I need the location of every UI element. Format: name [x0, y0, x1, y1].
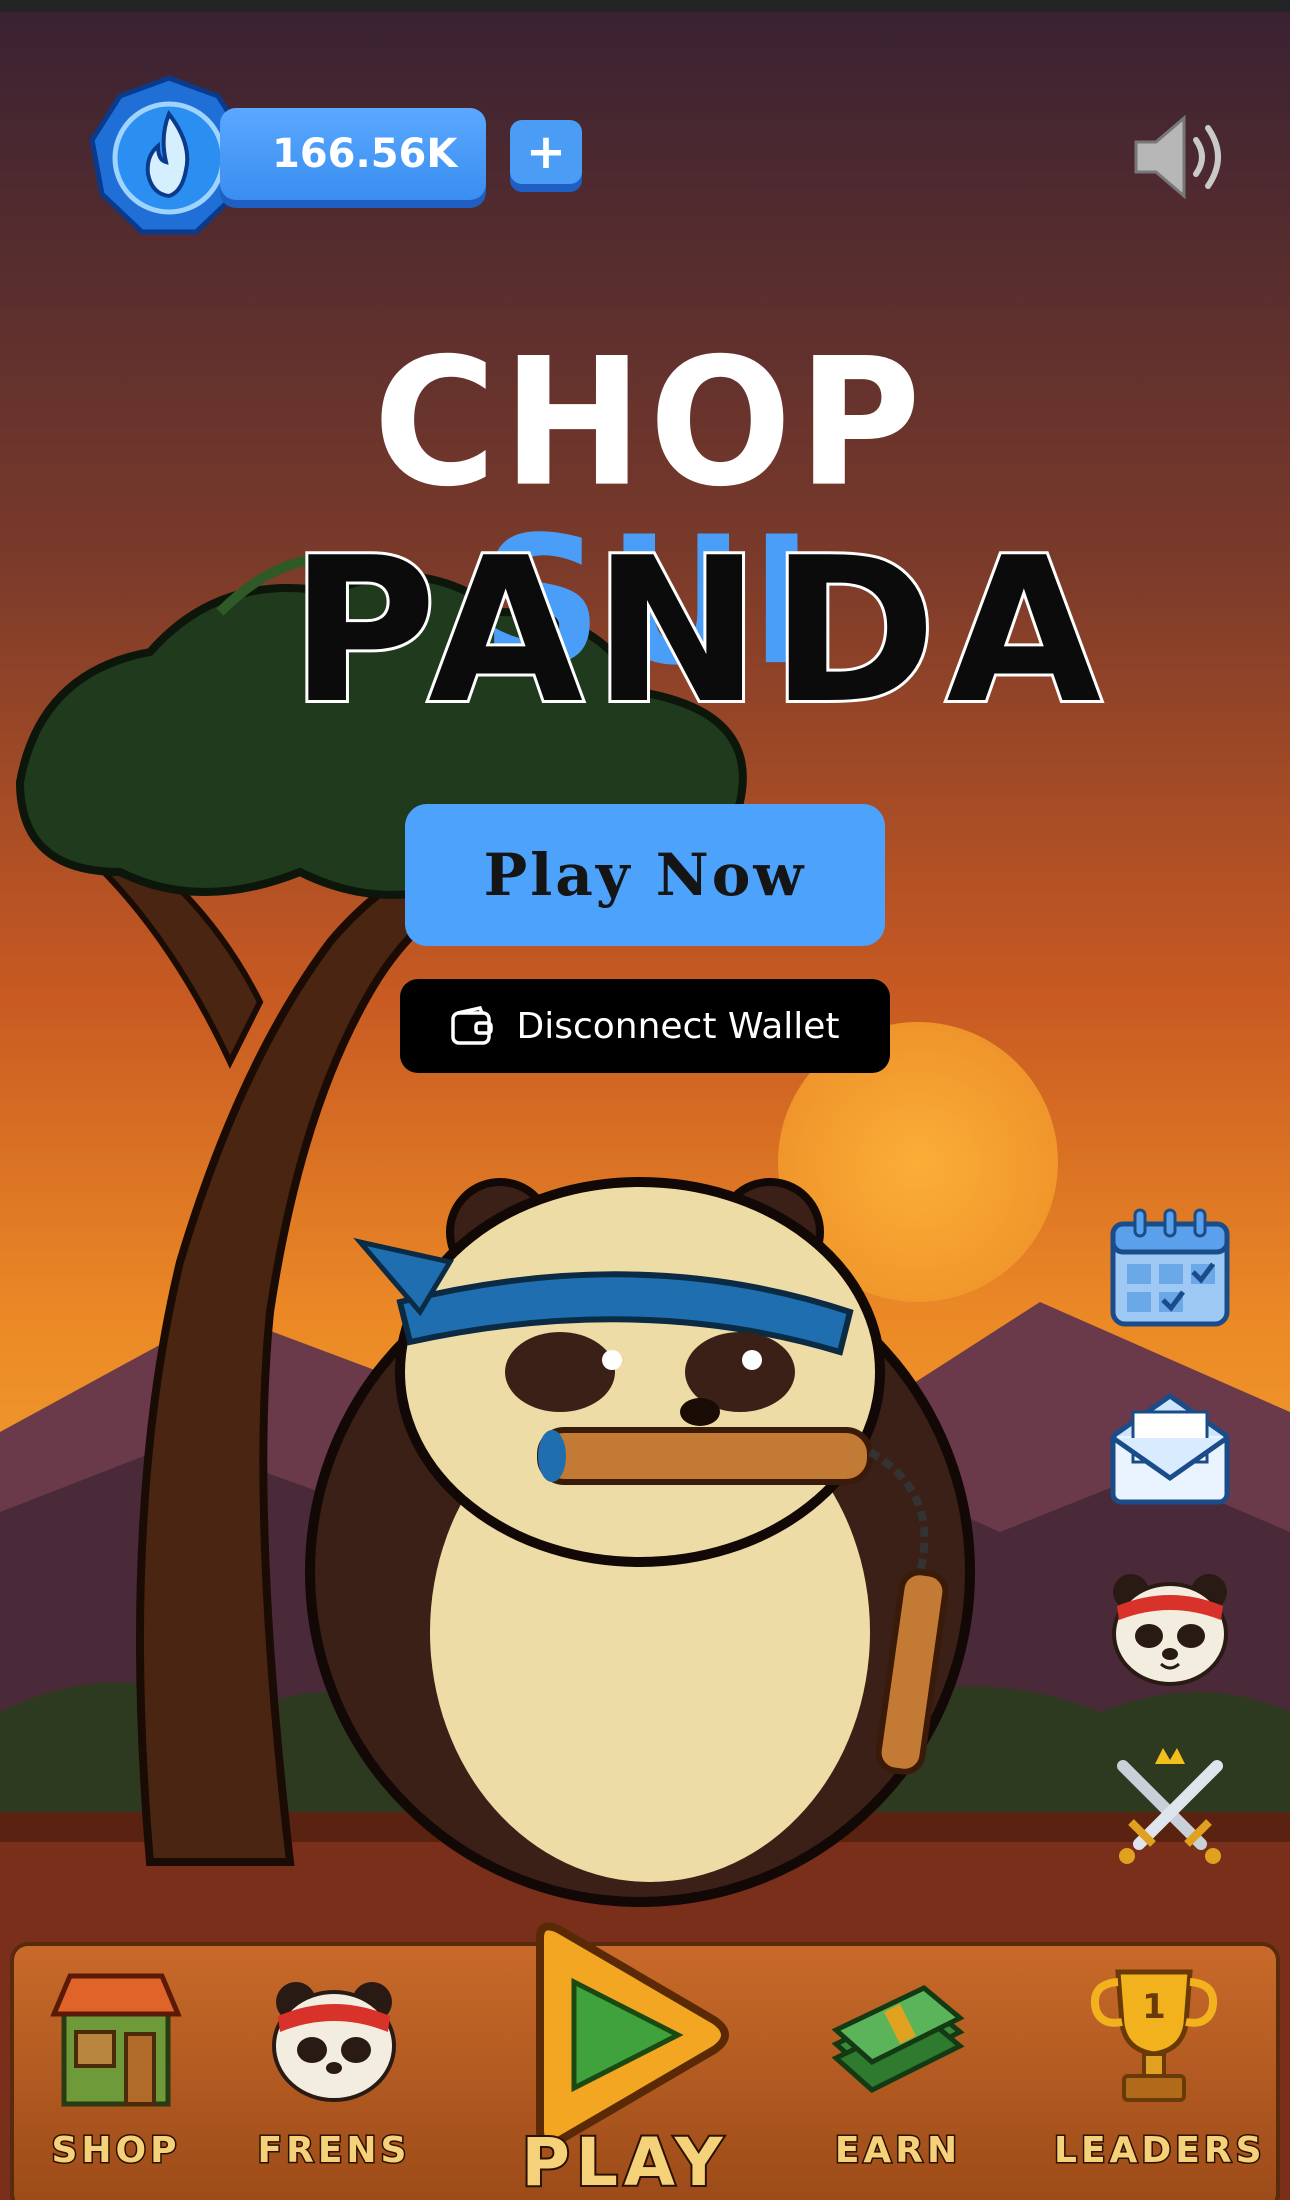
wallet-icon	[451, 1006, 494, 1045]
disconnect-wallet-button[interactable]: Disconnect Wallet	[400, 979, 890, 1073]
nav-label-play[interactable]: PLAY	[480, 2122, 770, 2200]
speaker-icon[interactable]	[1132, 112, 1228, 202]
nav-label-earn: EARN	[833, 2129, 962, 2173]
nav-item-leaders[interactable]: 1 LEADERS	[1053, 1962, 1266, 2182]
status-bar	[0, 0, 1290, 12]
panda-face-icon[interactable]	[1105, 1562, 1235, 1692]
money-stack-icon	[831, 1985, 965, 2093]
balance-value: 166.56K	[272, 131, 458, 177]
balance-display: 166.56K	[220, 108, 486, 200]
title-chop: CHOP	[373, 319, 927, 526]
crossed-swords-icon[interactable]	[1105, 1742, 1235, 1872]
envelope-icon[interactable]	[1105, 1382, 1235, 1512]
play-now-button[interactable]: Play Now	[405, 804, 885, 946]
bottom-nav: SHOP FRENS PLAY EARN 1 LEADERS	[0, 1922, 1290, 2200]
nav-label-shop: SHOP	[50, 2129, 181, 2173]
disconnect-wallet-label: Disconnect Wallet	[516, 1005, 840, 1047]
calendar-icon[interactable]	[1105, 1202, 1235, 1332]
svg-text:1: 1	[1142, 1987, 1166, 2027]
shop-house-icon	[50, 1973, 182, 2107]
nav-label-frens: FRENS	[256, 2129, 411, 2173]
play-triangle-icon[interactable]	[500, 1920, 740, 2150]
nav-item-earn[interactable]: EARN	[808, 1962, 988, 2182]
nav-label-leaders: LEADERS	[1053, 2129, 1266, 2173]
nav-item-shop[interactable]: SHOP	[26, 1962, 206, 2182]
trophy-icon: 1	[1091, 1969, 1217, 2102]
add-currency-button[interactable]: +	[510, 120, 582, 184]
game-title-line2: PANDA	[287, 515, 1112, 748]
panda-face-icon	[272, 1982, 396, 2102]
game-scene: 166.56K + CHOP SUI PANDA Play Now Discon…	[0, 12, 1290, 2200]
nav-item-frens[interactable]: FRENS	[244, 1962, 424, 2182]
